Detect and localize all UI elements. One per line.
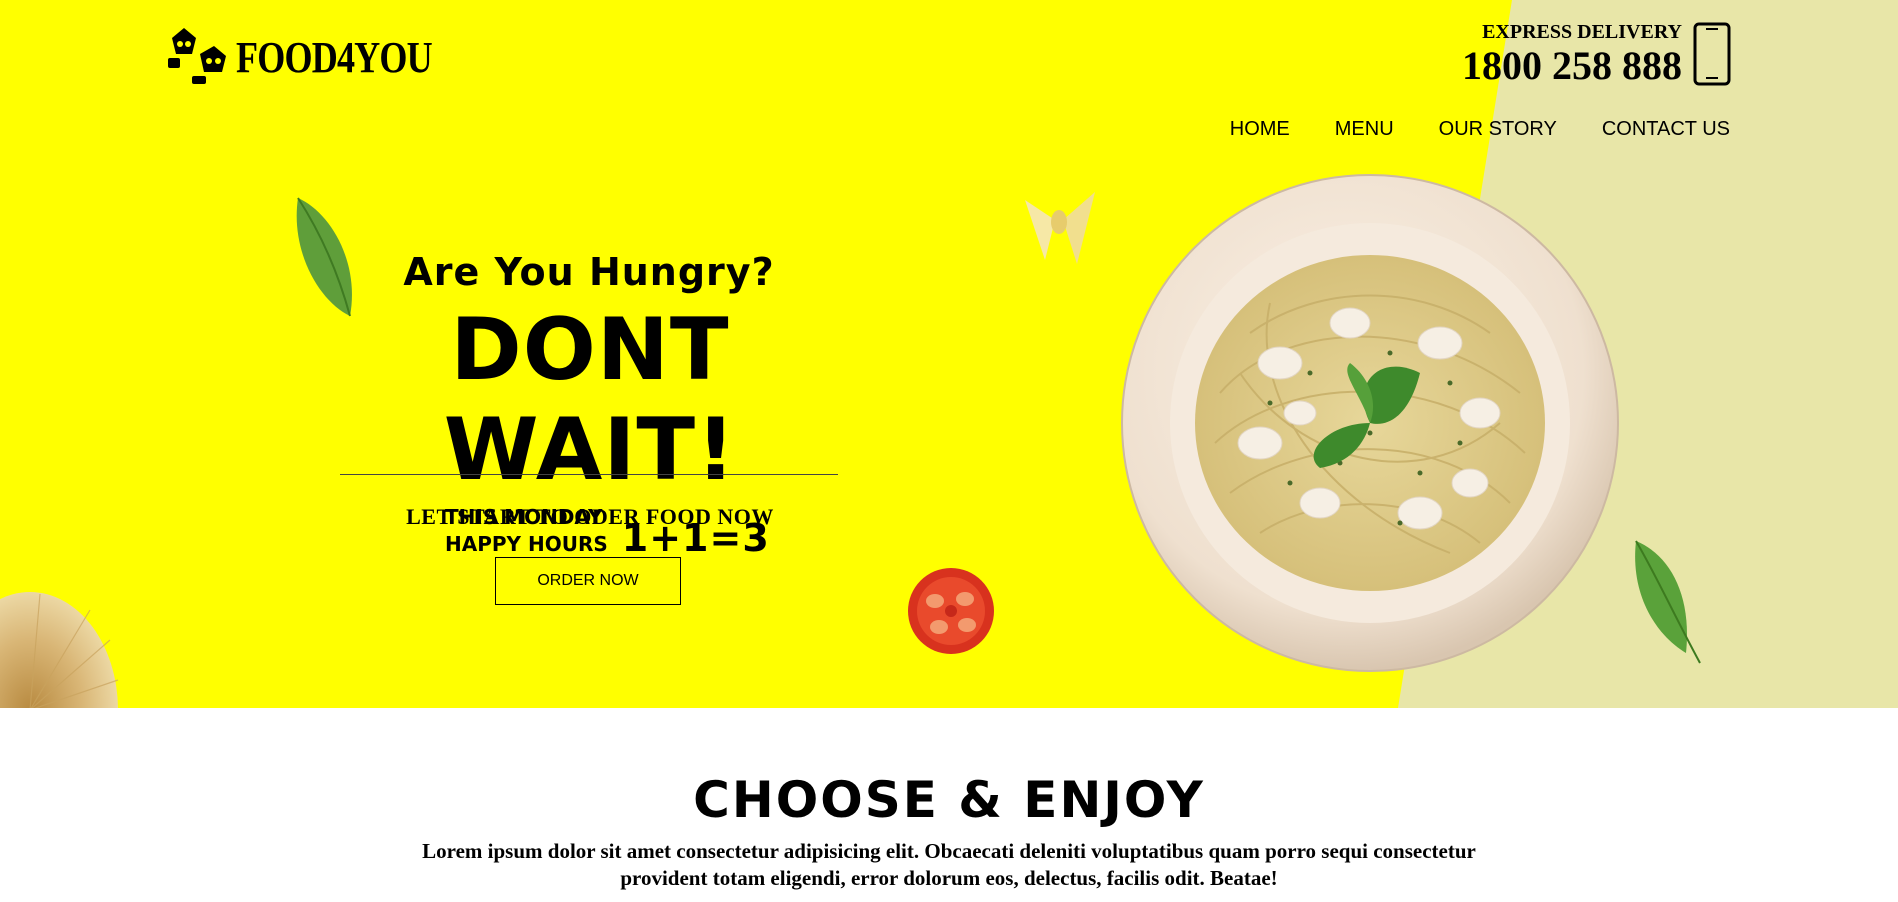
section-description: Lorem ipsum dolor sit amet consectetur a… xyxy=(422,839,1476,890)
express-delivery-contact: EXPRESS DELIVERY 1800 258 888 xyxy=(1462,20,1682,88)
pasta-plate-image xyxy=(1121,174,1619,672)
delivery-phone-number[interactable]: 1800 258 888 xyxy=(1462,44,1682,88)
hero-headline: DONT WAIT! xyxy=(443,300,737,500)
nav-item-menu[interactable]: MENU xyxy=(1335,118,1394,141)
hero-divider xyxy=(340,474,838,475)
order-now-button[interactable]: ORDER NOW xyxy=(495,557,681,605)
tomato-slice-image xyxy=(908,568,994,654)
basil-leaf-image-right xyxy=(1635,540,1701,664)
hero-section: FOOD4YOU EXPRESS DELIVERY 1800 258 888 H… xyxy=(0,0,1898,708)
nav-item-contact-us[interactable]: CONTACT US xyxy=(1602,118,1730,141)
section-title: CHOOSE & ENJOY xyxy=(693,771,1205,829)
chef-duo-logo-icon xyxy=(168,28,226,84)
farfalle-image xyxy=(1025,192,1095,264)
delivery-label: EXPRESS DELIVERY xyxy=(1482,21,1682,43)
main-navigation: HOME MENU OUR STORY CONTACT US xyxy=(1185,118,1730,141)
nav-item-home[interactable]: HOME xyxy=(1230,118,1290,141)
choose-enjoy-section: CHOOSE & ENJOY Lorem ipsum dolor sit ame… xyxy=(0,770,1898,892)
promo-line-2: HAPPY HOURS xyxy=(445,532,608,556)
spaghetti-bundle-image xyxy=(0,592,119,708)
happy-hours-promo: THIS MONDAY HAPPY HOURS 1+1=3 xyxy=(445,502,770,560)
promo-deal: 1+1=3 xyxy=(621,516,770,560)
hero-headline-block: Are You Hungry? DONT WAIT! LET START TO … xyxy=(290,250,890,530)
brand-logo[interactable]: FOOD4YOU xyxy=(166,22,475,92)
nav-item-our-story[interactable]: OUR STORY xyxy=(1439,118,1557,141)
hero-question: Are You Hungry? xyxy=(403,250,775,294)
smartphone-icon xyxy=(1693,22,1731,86)
brand-name: FOOD4YOU xyxy=(236,32,433,82)
promo-line-1: THIS MONDAY xyxy=(445,505,603,529)
